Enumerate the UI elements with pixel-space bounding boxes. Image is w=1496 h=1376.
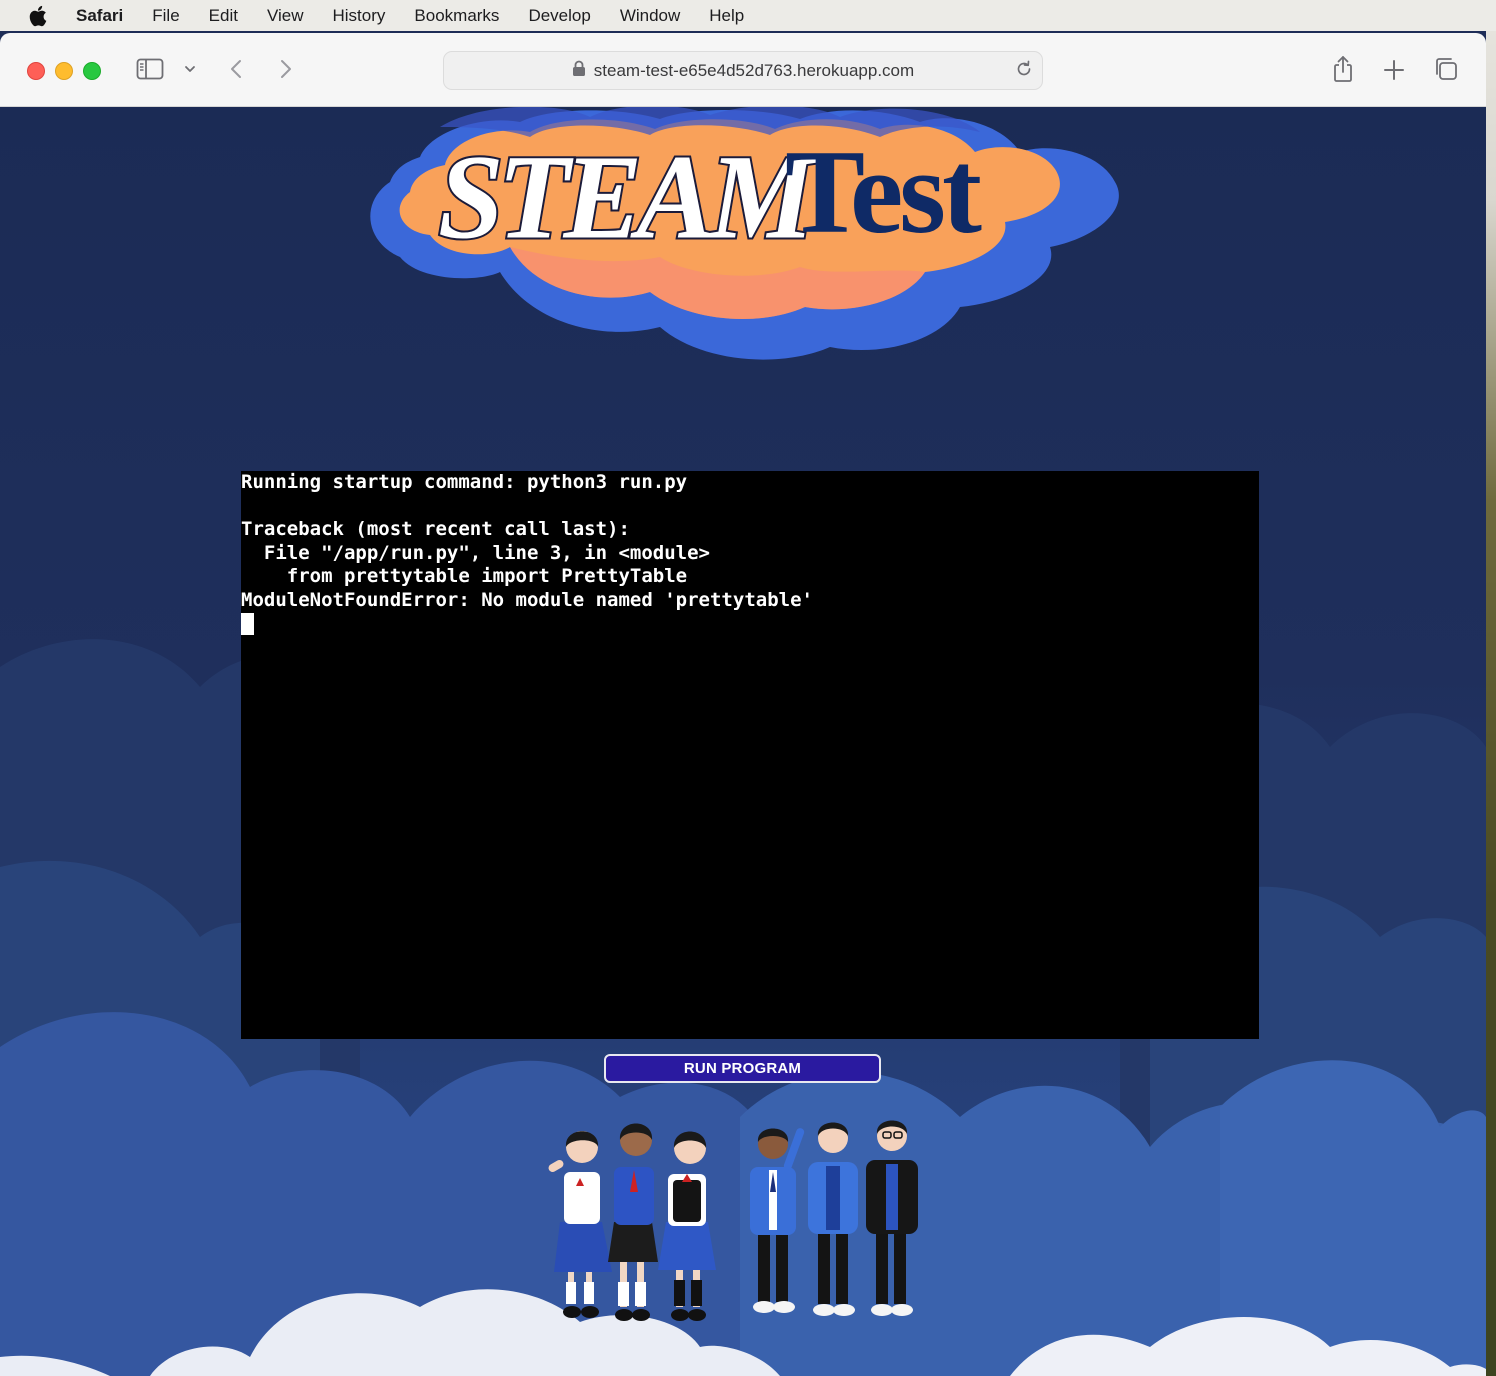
- address-bar[interactable]: steam-test-e65e4d52d763.herokuapp.com: [443, 51, 1043, 90]
- terminal-line: Running startup command: python3 run.py: [241, 471, 688, 493]
- zoom-window-button[interactable]: [83, 62, 101, 80]
- menu-develop[interactable]: Develop: [528, 6, 590, 26]
- student-figure: [608, 1123, 658, 1321]
- terminal-output[interactable]: Running startup command: python3 run.py …: [241, 471, 1259, 1039]
- share-icon[interactable]: [1330, 53, 1356, 85]
- forward-icon[interactable]: [276, 57, 296, 81]
- menu-file[interactable]: File: [152, 6, 179, 26]
- browser-toolbar: steam-test-e65e4d52d763.herokuapp.com: [0, 33, 1486, 107]
- run-program-button[interactable]: RUN PROGRAM: [604, 1054, 881, 1083]
- desktop-background: [1486, 0, 1496, 1376]
- back-icon[interactable]: [226, 57, 246, 81]
- student-figure: [750, 1128, 805, 1313]
- menu-view[interactable]: View: [267, 6, 304, 26]
- terminal-line: ModuleNotFoundError: No module named 'pr…: [241, 588, 813, 611]
- menu-history[interactable]: History: [333, 6, 386, 26]
- student-figure: [548, 1131, 612, 1318]
- tab-overview-icon[interactable]: [1432, 55, 1460, 83]
- chevron-down-icon[interactable]: [182, 63, 198, 75]
- menu-window[interactable]: Window: [620, 6, 680, 26]
- menu-help[interactable]: Help: [709, 6, 744, 26]
- new-tab-plus-icon[interactable]: [1381, 57, 1407, 83]
- menu-app-safari[interactable]: Safari: [76, 6, 123, 26]
- close-window-button[interactable]: [27, 62, 45, 80]
- terminal-cursor: [241, 612, 254, 635]
- apple-logo-icon[interactable]: [28, 5, 50, 27]
- menu-edit[interactable]: Edit: [209, 6, 238, 26]
- terminal-line: File "/app/run.py", line 3, in <module>: [241, 541, 710, 564]
- sidebar-toggle-icon[interactable]: [135, 57, 165, 81]
- student-figure: [866, 1120, 918, 1316]
- logo-test-text: Test: [785, 125, 982, 258]
- students-illustration: [548, 1120, 918, 1321]
- menu-bar: Safari File Edit View History Bookmarks …: [0, 0, 1496, 31]
- menu-bookmarks[interactable]: Bookmarks: [414, 6, 499, 26]
- student-figure: [658, 1131, 716, 1321]
- browser-window: steam-test-e65e4d52d763.herokuapp.com ST…: [0, 33, 1486, 1376]
- student-figure: [808, 1122, 858, 1316]
- web-page: STEAM Test Running startup command: pyth…: [0, 107, 1486, 1376]
- steam-test-logo: STEAM Test: [370, 107, 1119, 360]
- terminal-line: from prettytable import PrettyTable: [241, 565, 688, 588]
- url-text: steam-test-e65e4d52d763.herokuapp.com: [593, 60, 915, 80]
- terminal-line: Traceback (most recent call last):: [241, 518, 630, 541]
- logo-steam-text: STEAM: [438, 131, 818, 264]
- minimize-window-button[interactable]: [55, 62, 73, 80]
- lock-icon: [572, 60, 586, 82]
- reload-icon[interactable]: [1014, 59, 1034, 84]
